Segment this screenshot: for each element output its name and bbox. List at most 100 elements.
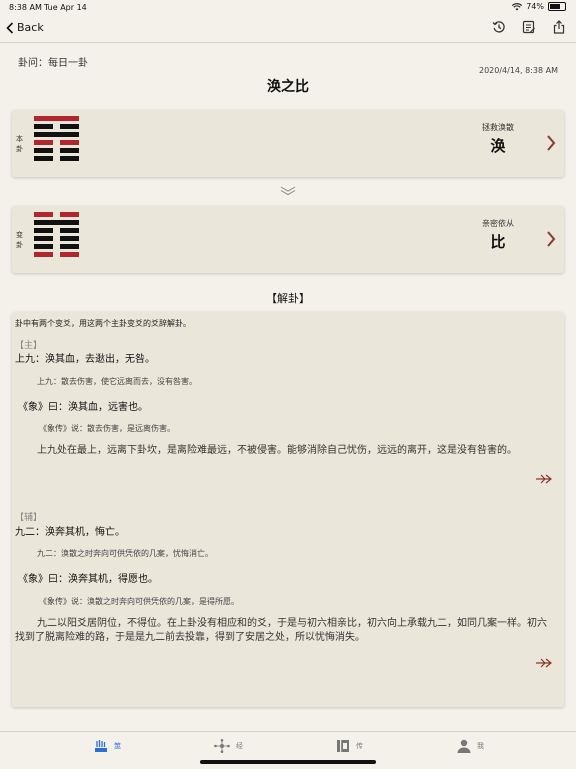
battery-percent: 74% [526,2,544,11]
line-segment [34,228,53,233]
main-image-text: 《象》曰：涣其血，远害也。 [18,402,148,413]
line-segment [34,236,53,241]
interpretation-title: 【解卦】 [266,292,310,305]
hexagram-line-yin [34,212,79,217]
more-arrow-icon[interactable] [535,658,553,668]
line-segment [34,116,79,121]
aux-explanation: 九二以阳爻居阴位，不得位。在上卦没有相应和的爻，于是与初六相亲比，初六向上承载九… [15,618,547,643]
line-segment [60,244,79,249]
hexagram-line-yang [34,220,79,225]
chevron-right-icon [547,231,556,247]
line-segment [60,212,79,217]
double-chevron-down-icon [280,186,296,196]
line-segment [34,148,53,153]
changed-hexagram-symbol [34,212,79,260]
hexagram-line-yin [34,156,79,161]
line-segment [34,212,53,217]
aux-image-text: 《象》曰：涣奔其机，得愿也。 [18,574,158,585]
yarrow-icon [95,740,107,752]
primary-hexagram-name: 涣 [490,137,506,155]
interpretation-panel: 卦中有两个变爻，用这两个主卦变爻的爻辞解卦。 【主】 上九：涣其血，去逖出，无咎… [12,312,564,707]
hexagram-line-yang [34,132,79,137]
nav-actions [492,19,566,34]
hexagram-line-yin [34,124,79,129]
line-segment [60,124,79,129]
main-image-note: 《象传》说：散去伤害，是远离伤害。 [39,424,175,433]
line-segment [34,124,53,129]
aux-tag: 【辅】 [15,513,43,523]
line-segment [34,244,53,249]
battery-icon [548,2,566,11]
interpretation-intro: 卦中有两个变爻，用这两个主卦变爻的爻辞解卦。 [15,319,191,328]
tab-me[interactable]: 我 [457,739,484,753]
side-label-char: 本 [16,135,23,143]
aux-line-text: 九二：涣奔其机，悔亡。 [15,527,125,538]
primary-hexagram-card[interactable]: 本 卦 拯救涣散 涣 [12,110,564,177]
line-segment [60,228,79,233]
person-icon [457,739,471,753]
chevron-left-icon [6,21,14,34]
book-icon [337,740,349,752]
tab-divination[interactable]: 筮 [94,739,121,753]
home-indicator [200,760,376,764]
tab-label: 经 [236,742,243,750]
line-segment [60,148,79,153]
more-arrow-icon[interactable] [535,474,553,484]
line-segment [60,140,79,145]
aux-line-note: 九二：涣散之时奔向可供凭依的几案，忧悔消亡。 [37,549,213,558]
network-icon [214,739,230,753]
back-button[interactable]: Back [6,21,44,34]
line-segment [60,156,79,161]
side-label-char: 变 [16,231,23,239]
status-right: 74% [512,2,566,11]
question-label: 卦问：每日一卦 [18,58,88,69]
line-segment [34,156,53,161]
navigation-bar: Back [0,14,576,43]
wifi-icon [512,2,523,10]
tab-label: 筮 [114,742,121,750]
side-label-char: 卦 [16,241,23,249]
hexagram-line-yang [34,116,79,121]
status-bar: 8:38 AM Tue Apr 14 74% [0,0,576,14]
changed-side-label: 变 卦 [16,230,26,250]
line-segment [34,132,79,137]
main-explanation: 上九处在最上，远离下卦坎，是离险难最远，不被侵害。能够消除自己忧伤，远远的离开，… [37,445,517,456]
history-button[interactable] [492,19,506,33]
main-line-text: 上九：涣其血，去逖出，无咎。 [15,354,155,365]
primary-description: 拯救涣散 [482,123,514,132]
changed-description: 亲密依从 [482,219,514,228]
share-button[interactable] [552,19,566,34]
hexagram-line-yin [34,252,79,257]
changed-hexagram-card[interactable]: 变 卦 亲密依从 比 [12,206,564,273]
status-date: Tue Apr 14 [44,3,87,12]
hexagram-line-yin [34,140,79,145]
chevron-right-icon [547,135,556,151]
tab-classic[interactable]: 经 [214,739,243,753]
hexagram-line-yin [34,236,79,241]
tab-label: 传 [356,742,363,750]
hexagram-line-yin [34,244,79,249]
line-segment [60,252,79,257]
tab-commentary[interactable]: 传 [336,739,363,753]
hexagram-line-yin [34,228,79,233]
line-segment [34,220,79,225]
note-edit-icon [522,20,535,34]
aux-image-note: 《象传》说：涣散之时奔向可供凭依的几案，是得所愿。 [39,597,239,606]
back-label: Back [17,21,44,34]
line-segment [60,236,79,241]
line-segment [34,140,53,145]
status-time: 8:38 AM [9,3,42,12]
side-label-char: 卦 [16,145,23,153]
line-segment [34,252,53,257]
reading-timestamp: 2020/4/14, 8:38 AM [479,66,558,75]
share-icon [553,20,565,34]
history-icon [492,21,505,33]
main-line-note: 上九：散去伤害，使它远离而去，没有咎害。 [37,377,197,386]
changed-hexagram-name: 比 [490,233,506,251]
tab-label: 我 [477,742,484,750]
note-button[interactable] [522,19,536,34]
primary-hexagram-symbol [34,116,79,164]
reading-title: 涣之比 [267,79,309,95]
hexagram-line-yin [34,148,79,153]
primary-side-label: 本 卦 [16,134,26,154]
